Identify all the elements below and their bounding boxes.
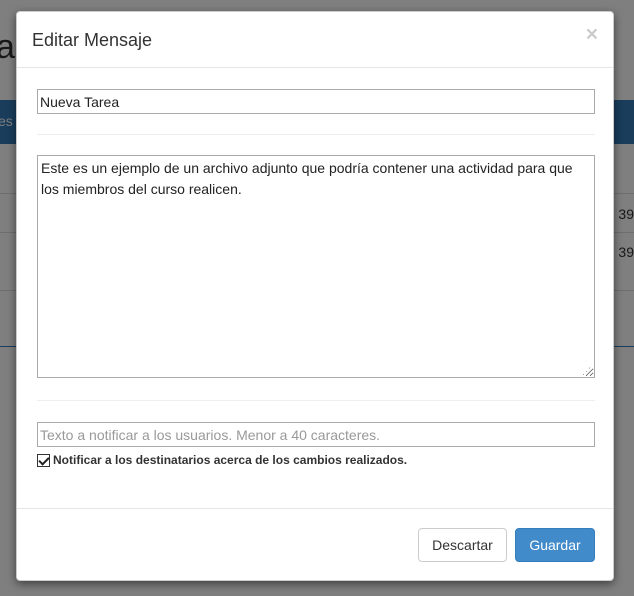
notify-checkbox-row: Notificar a los destinatarios acerca de … <box>37 451 407 469</box>
discard-button[interactable]: Descartar <box>418 528 507 562</box>
notify-text-input[interactable] <box>37 422 595 447</box>
notify-checkbox-label[interactable]: Notificar a los destinatarios acerca de … <box>53 453 407 467</box>
message-body-textarea[interactable]: Este es un ejemplo de un archivo adjunto… <box>37 155 595 378</box>
notify-checkbox[interactable] <box>37 453 50 467</box>
divider <box>37 134 595 135</box>
edit-message-modal: Editar Mensaje × Este es un ejemplo de u… <box>16 11 614 581</box>
close-icon[interactable]: × <box>586 24 598 46</box>
resize-handle-icon[interactable]: ⋰ <box>582 366 592 376</box>
modal-header: Editar Mensaje × <box>17 12 613 68</box>
footer-divider <box>17 508 613 509</box>
message-title-input[interactable] <box>37 89 595 114</box>
modal-title: Editar Mensaje <box>32 30 153 50</box>
save-button[interactable]: Guardar <box>515 528 595 562</box>
divider <box>37 400 595 401</box>
